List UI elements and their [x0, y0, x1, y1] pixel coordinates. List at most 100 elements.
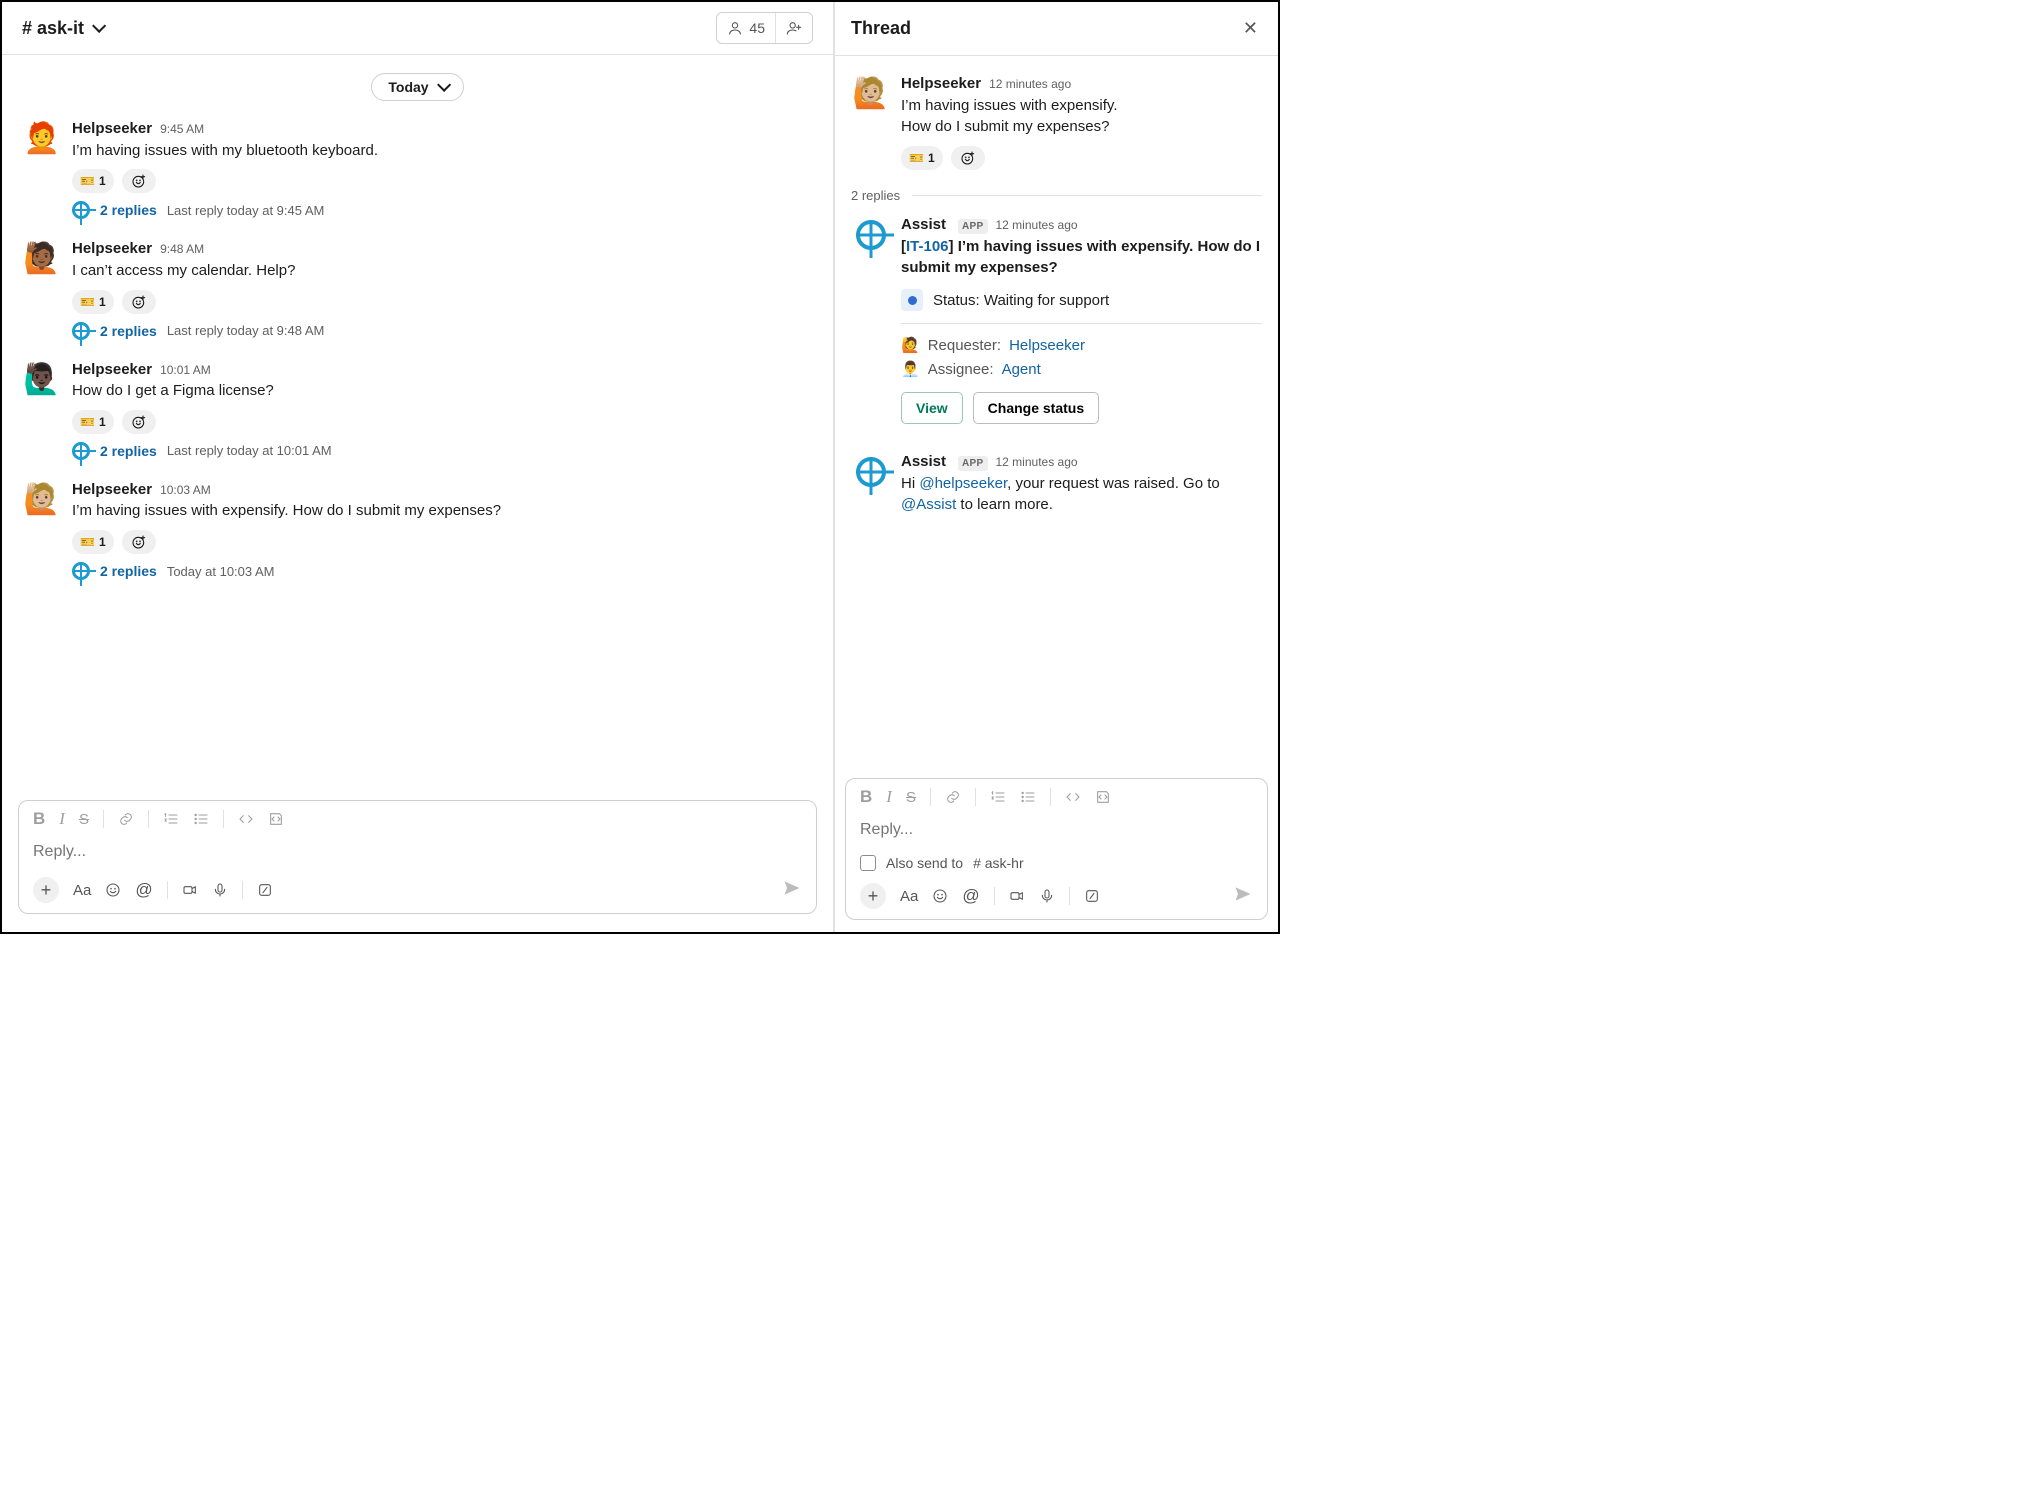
- reaction[interactable]: 🎫 1: [72, 169, 114, 193]
- avatar[interactable]: 🙋🏼: [22, 480, 62, 520]
- timestamp[interactable]: 10:01 AM: [160, 363, 211, 379]
- author[interactable]: Assist: [901, 452, 946, 472]
- shortcut-button[interactable]: [1084, 888, 1100, 904]
- also-send-row[interactable]: Also send to # ask-hr: [846, 849, 1267, 877]
- link-button[interactable]: [945, 789, 961, 805]
- separator: [148, 810, 149, 828]
- issue-link[interactable]: IT-106: [906, 238, 949, 255]
- strike-button[interactable]: S: [906, 789, 916, 806]
- separator: [242, 881, 243, 899]
- codeblock-button[interactable]: [268, 811, 284, 827]
- also-send-checkbox[interactable]: [860, 855, 876, 871]
- thread-summary[interactable]: 2 replies Last reply today at 9:48 AM: [72, 322, 813, 340]
- add-reaction-button[interactable]: [122, 410, 156, 434]
- channel-title[interactable]: # ask-it: [22, 18, 102, 39]
- author[interactable]: Helpseeker: [72, 239, 152, 259]
- emoji-button[interactable]: [932, 888, 948, 904]
- shortcut-button[interactable]: [257, 882, 273, 898]
- mic-button[interactable]: [212, 882, 228, 898]
- close-button[interactable]: ✕: [1239, 14, 1262, 43]
- mention[interactable]: @helpseeker: [919, 475, 1007, 492]
- thread-summary[interactable]: 2 replies Last reply today at 10:01 AM: [72, 442, 813, 460]
- author[interactable]: Helpseeker: [72, 360, 152, 380]
- code-button[interactable]: [1065, 789, 1081, 805]
- author[interactable]: Helpseeker: [72, 480, 152, 500]
- mention-button[interactable]: @: [962, 886, 979, 906]
- assist-avatar[interactable]: [851, 215, 891, 255]
- format-toggle-button[interactable]: Aa: [73, 882, 91, 899]
- author[interactable]: Helpseeker: [72, 119, 152, 139]
- day-label: Today: [388, 79, 428, 95]
- add-reaction-button[interactable]: [951, 146, 985, 170]
- mention[interactable]: @Assist: [901, 496, 956, 513]
- reply-input[interactable]: [19, 833, 816, 871]
- change-status-button[interactable]: Change status: [973, 392, 1099, 424]
- thread-root-message: 🙋🏼 Helpseeker 12 minutes ago I’m having …: [847, 70, 1266, 184]
- also-send-label: Also send to: [886, 855, 963, 871]
- code-button[interactable]: [238, 811, 254, 827]
- timestamp[interactable]: 12 minutes ago: [996, 455, 1078, 471]
- bullet-list-button[interactable]: [193, 811, 209, 827]
- mention-button[interactable]: @: [135, 880, 152, 900]
- author[interactable]: Assist: [901, 215, 946, 235]
- video-button[interactable]: [182, 882, 198, 898]
- bold-button[interactable]: B: [860, 787, 872, 807]
- ordered-list-button[interactable]: [163, 811, 179, 827]
- timestamp[interactable]: 12 minutes ago: [989, 77, 1071, 93]
- assignee-emoji: 👨‍💼: [901, 360, 920, 378]
- thread-summary[interactable]: 2 replies Today at 10:03 AM: [72, 562, 813, 580]
- author[interactable]: Helpseeker: [901, 74, 981, 94]
- video-button[interactable]: [1009, 888, 1025, 904]
- status-chip: [901, 289, 923, 311]
- thread-summary[interactable]: 2 replies Last reply today at 9:45 AM: [72, 201, 813, 219]
- attach-button[interactable]: +: [33, 877, 59, 903]
- send-button[interactable]: [782, 878, 802, 902]
- timestamp[interactable]: 9:45 AM: [160, 122, 204, 138]
- format-toggle-button[interactable]: Aa: [900, 888, 918, 905]
- italic-button[interactable]: I: [59, 809, 65, 829]
- requester-value[interactable]: Helpseeker: [1009, 337, 1085, 354]
- thread-body: 🙋🏼 Helpseeker 12 minutes ago I’m having …: [835, 56, 1278, 772]
- strike-button[interactable]: S: [79, 811, 89, 828]
- reaction[interactable]: 🎫1: [901, 146, 943, 170]
- reaction[interactable]: 🎫1: [72, 530, 114, 554]
- reply-input[interactable]: [846, 811, 1267, 849]
- thread-title: Thread: [851, 18, 911, 39]
- divider: [901, 323, 1262, 324]
- send-button[interactable]: [1233, 884, 1253, 908]
- bullet-list-button[interactable]: [1020, 789, 1036, 805]
- timestamp[interactable]: 9:48 AM: [160, 242, 204, 258]
- smile-plus-icon: [131, 414, 147, 430]
- member-count[interactable]: 45: [717, 13, 775, 43]
- thread-reply: Assist APP 12 minutes ago Hi @helpseeker…: [847, 448, 1266, 530]
- assignee-value[interactable]: Agent: [1002, 361, 1041, 378]
- avatar[interactable]: 🙋🏼: [851, 74, 891, 114]
- mic-button[interactable]: [1039, 888, 1055, 904]
- assignee-label: Assignee:: [928, 361, 994, 378]
- italic-button[interactable]: I: [886, 787, 892, 807]
- bold-button[interactable]: B: [33, 809, 45, 829]
- attach-button[interactable]: +: [860, 883, 886, 909]
- timestamp[interactable]: 10:03 AM: [160, 483, 211, 499]
- add-reaction-button[interactable]: [122, 290, 156, 314]
- lifesaver-icon: [856, 220, 886, 250]
- ordered-list-button[interactable]: [990, 789, 1006, 805]
- timestamp[interactable]: 12 minutes ago: [996, 218, 1078, 234]
- emoji-button[interactable]: [105, 882, 121, 898]
- reaction[interactable]: 🎫1: [72, 290, 114, 314]
- lifesaver-icon: [72, 201, 90, 219]
- reaction[interactable]: 🎫1: [72, 410, 114, 434]
- codeblock-button[interactable]: [1095, 789, 1111, 805]
- assist-avatar[interactable]: [851, 452, 891, 492]
- avatar[interactable]: 🧑‍🦰: [22, 119, 62, 159]
- link-button[interactable]: [118, 811, 134, 827]
- add-reaction-button[interactable]: [122, 169, 156, 193]
- format-toolbar: B I S: [19, 801, 816, 833]
- avatar[interactable]: 🙋🏿‍♂️: [22, 360, 62, 400]
- add-reaction-button[interactable]: [122, 530, 156, 554]
- add-member-button[interactable]: [776, 13, 812, 43]
- view-button[interactable]: View: [901, 392, 963, 424]
- message-text: I’m having issues with my bluetooth keyb…: [72, 140, 813, 162]
- day-pill[interactable]: Today: [371, 73, 463, 101]
- avatar[interactable]: 🙋🏾: [22, 239, 62, 279]
